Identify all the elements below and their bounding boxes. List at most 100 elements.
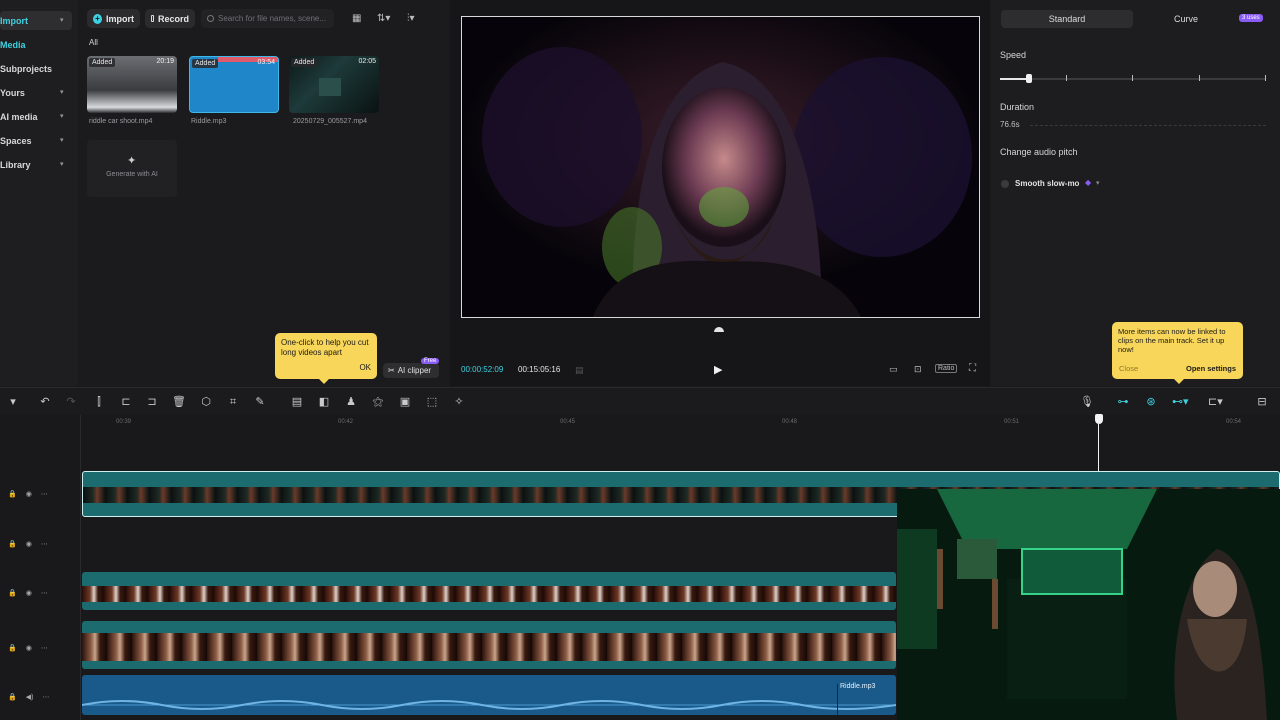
chevron-down-icon[interactable]: ▾ [1096, 179, 1100, 187]
auto-snap-icon[interactable]: ⊛ [1144, 395, 1158, 409]
speaker-icon[interactable]: ◀) [26, 693, 34, 701]
fullscreen-icon[interactable]: ⛶ [969, 363, 976, 374]
nav-item-label: Media [0, 39, 26, 50]
search-placeholder: Search for file names, scene... [218, 14, 327, 23]
speed-slider-thumb[interactable] [1026, 74, 1033, 83]
slowmo-checkbox[interactable] [1001, 180, 1009, 188]
import-button[interactable]: + Import [87, 9, 140, 28]
added-badge: Added [89, 58, 116, 67]
filter-icon[interactable]: ⫶▾ [407, 13, 415, 24]
play-icon[interactable]: ▶ [714, 363, 722, 376]
tab-curve[interactable]: Curve [1140, 10, 1232, 28]
lock-icon[interactable]: 🔒 [8, 589, 17, 597]
nav-item-media[interactable]: Media [0, 35, 72, 54]
select-tool-icon[interactable]: ▾ [6, 395, 20, 409]
snapshot-icon[interactable]: ⊡ [914, 364, 922, 375]
more-icon[interactable]: ⋯ [41, 644, 48, 652]
filmstrip [82, 586, 896, 602]
nav-item-yours[interactable]: Yours ▾ [0, 83, 72, 102]
more-icon[interactable]: ⋯ [41, 490, 48, 498]
playhead-handle[interactable] [1095, 414, 1103, 424]
transform-icon[interactable]: ⬚ [425, 395, 439, 409]
search-input[interactable]: Search for file names, scene... [201, 9, 334, 28]
crop-icon[interactable]: ⌗ [226, 395, 240, 409]
ratio-button[interactable]: Ratio [935, 364, 958, 373]
more-icon[interactable]: ⋯ [41, 589, 48, 597]
lock-icon[interactable]: 🔒 [8, 540, 17, 548]
eye-icon[interactable]: ◉ [26, 490, 32, 498]
eye-icon[interactable]: ◉ [26, 644, 32, 652]
track-controls-1: 🔒 ◉ ⋯ [8, 490, 48, 498]
duration-value[interactable]: 76.6s [1000, 120, 1020, 129]
eye-icon[interactable]: ◉ [26, 540, 32, 548]
video-clip-track-3[interactable] [82, 572, 896, 610]
tooltip-ok-button[interactable]: OK [359, 363, 371, 373]
nav-item-import[interactable]: Import ▾ [0, 11, 72, 30]
lock-icon[interactable]: 🔒 [8, 490, 17, 498]
media-thumb-audio[interactable]: Added 03:54 [189, 56, 279, 113]
redo-icon[interactable]: ↷ [64, 395, 78, 409]
tooltip-arrow [319, 379, 329, 384]
nav-item-subprojects[interactable]: Subprojects [0, 59, 72, 78]
added-badge: Added [291, 58, 318, 67]
import-label: Import [106, 13, 134, 24]
delete-icon[interactable]: 🗑 [172, 395, 186, 409]
generate-with-ai-button[interactable]: ✦ Generate with AI [87, 140, 177, 197]
video-clip-track-4[interactable] [82, 621, 896, 669]
more-icon[interactable]: ⋯ [41, 540, 48, 548]
more-icon[interactable]: ⋯ [42, 693, 49, 701]
preview-handle[interactable] [714, 327, 724, 332]
filter-all-label[interactable]: All [89, 38, 98, 47]
magic-wand-icon[interactable]: ⚝ [371, 395, 385, 409]
nav-item-ai-media[interactable]: AI media ▾ [0, 107, 72, 126]
added-badge: Added [192, 59, 219, 68]
lock-icon[interactable]: 🔒 [8, 644, 17, 652]
ai-edit-icon[interactable]: ✎ [253, 395, 267, 409]
eye-icon[interactable]: ◉ [26, 589, 32, 597]
duration-label: 20:19 [156, 58, 174, 65]
nav-item-label: AI media [0, 111, 38, 122]
linkage-icon[interactable]: ⊷▾ [1172, 395, 1189, 409]
video-preview[interactable] [461, 16, 980, 318]
quality-icon[interactable]: ▭ [889, 364, 898, 375]
microphone-icon[interactable]: 🎙 [1080, 395, 1094, 409]
slider-tick [1199, 75, 1200, 81]
preview-axis-icon[interactable]: ⊏▾ [1208, 395, 1223, 409]
ruler-label: 00:42 [338, 419, 354, 425]
grid-view-icon[interactable]: ▦ [352, 13, 361, 24]
main-track-magnet-icon[interactable]: ⊶ [1116, 395, 1130, 409]
lock-icon[interactable]: 🔒 [8, 693, 17, 701]
auto-reframe-icon[interactable]: ✧ [452, 395, 466, 409]
track-controls-audio: 🔒 ◀) ⋯ [8, 693, 49, 701]
nav-item-library[interactable]: Library ▾ [0, 155, 72, 174]
tooltip-close-button[interactable]: Close [1119, 364, 1138, 373]
timecode-icon[interactable]: ▤ [575, 365, 584, 376]
chevron-down-icon: ▾ [60, 89, 64, 96]
split-right-icon[interactable]: ⊐ [145, 395, 159, 409]
nav-item-spaces[interactable]: Spaces ▾ [0, 131, 72, 150]
undo-icon[interactable]: ↶ [38, 395, 52, 409]
duration-label: 02:05 [358, 58, 376, 65]
audio-split-icon[interactable]: ◧ [317, 395, 331, 409]
split-icon[interactable]: ⫿ [92, 395, 106, 409]
freeze-frame-icon[interactable]: ▣ [398, 395, 412, 409]
ai-clipper-button[interactable]: ✂ AI clipper [383, 363, 439, 378]
webcam-overlay-image [897, 489, 1280, 720]
person-icon[interactable]: ♟ [344, 395, 358, 409]
speed-slider-track[interactable] [1000, 78, 1266, 80]
media-thumb-video-1[interactable]: Added 20:19 [87, 56, 177, 113]
audio-clip[interactable]: Riddle.mp3 [82, 675, 896, 715]
media-filename: riddle car shoot.mp4 [89, 118, 153, 125]
tab-standard[interactable]: Standard [1001, 10, 1133, 28]
audio-split-line [837, 684, 838, 715]
media-thumb-video-2[interactable]: Added 02:05 [289, 56, 379, 113]
split-left-icon[interactable]: ⊏ [119, 395, 133, 409]
sparkle-icon: ✦ [127, 155, 137, 167]
caption-icon[interactable]: ▤ [290, 395, 304, 409]
record-button[interactable]: Record [145, 9, 195, 28]
marker-icon[interactable]: ⬡ [199, 395, 213, 409]
zoom-fit-icon[interactable]: ⊟ [1255, 395, 1269, 409]
sort-icon[interactable]: ⇅▾ [377, 13, 390, 24]
filmstrip [82, 633, 896, 661]
tooltip-open-settings-button[interactable]: Open settings [1186, 364, 1236, 373]
